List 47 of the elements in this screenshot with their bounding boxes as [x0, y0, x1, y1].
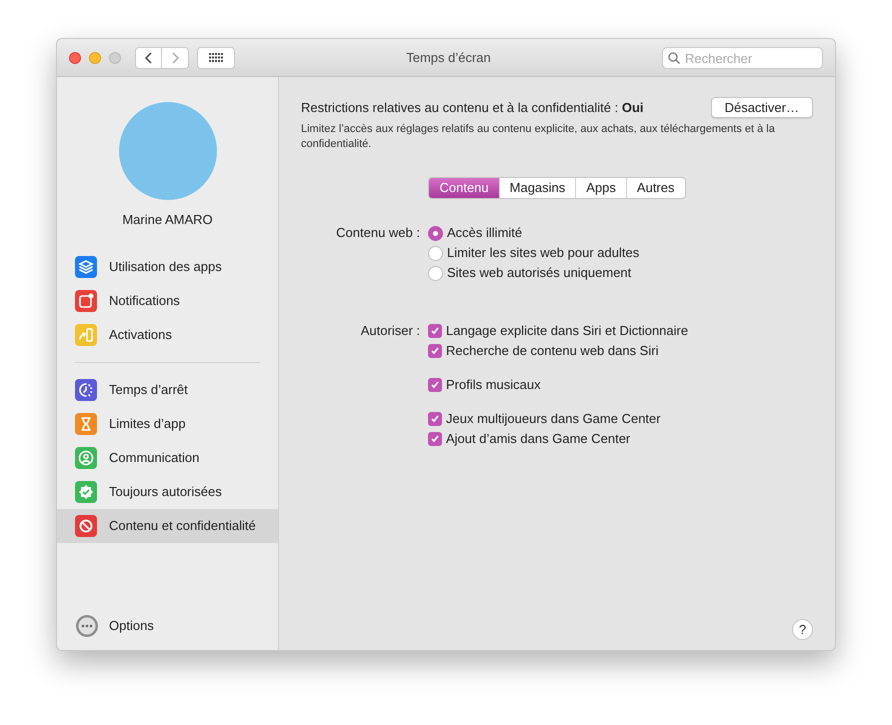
disable-button[interactable]: Désactiver… [710, 97, 813, 118]
sidebar-item[interactable]: Notifications [57, 284, 278, 318]
tab[interactable]: Autres [626, 178, 684, 198]
radio-button[interactable] [428, 266, 443, 280]
grid-icon [208, 53, 224, 62]
option-label: Ajout d’amis dans Game Center [446, 430, 630, 448]
checkbox[interactable] [428, 324, 442, 338]
sidebar-item[interactable]: Activations [57, 318, 278, 352]
sidebar-item[interactable]: Limites d’app [57, 406, 278, 440]
tab[interactable]: Apps [575, 178, 626, 198]
sidebar-item[interactable]: Contenu et confidentialité [57, 508, 278, 542]
option-label: Langage explicite dans Siri et Dictionnaire [446, 322, 688, 340]
option-label: Recherche de contenu web dans Siri [446, 342, 658, 360]
field-label: Contenu web : [335, 224, 420, 242]
user-name: Marine AMARO [122, 211, 213, 229]
chevron-left-icon [144, 52, 152, 64]
search-icon [668, 52, 680, 64]
description: Limitez l’accès aux réglages relatifs au contenu explicite, aux achats, aux téléchargements et à la confidentialité. [301, 122, 776, 152]
chevron-right-icon [171, 52, 179, 64]
help-button[interactable]: ? [792, 619, 813, 640]
restrictions-status: Restrictions relatives au contenu et à la confidentialité : Oui [301, 98, 644, 117]
show-all-button[interactable] [197, 46, 235, 68]
sidebar-item[interactable]: Temps d’arrêt [57, 372, 278, 406]
options-button[interactable]: Options [109, 616, 154, 636]
back-button[interactable] [135, 46, 162, 68]
checkbox[interactable] [428, 412, 442, 426]
radio-button[interactable] [428, 226, 443, 240]
tab[interactable]: Contenu [429, 178, 499, 198]
checkbox[interactable] [428, 378, 442, 392]
checkbox[interactable] [428, 344, 442, 358]
sidebar-item[interactable]: Communication [57, 440, 278, 474]
sidebar-item[interactable]: Utilisation des apps [57, 250, 278, 284]
option-label: Limiter les sites web pour adultes [447, 244, 640, 262]
option-label: Sites web autorisés uniquement [447, 264, 632, 282]
search-field[interactable]: Rechercher [662, 47, 823, 69]
window-title: Temps d’écran [405, 48, 492, 67]
option-label: Profils musicaux [446, 376, 541, 394]
checkmark-icon [430, 380, 440, 390]
checkbox[interactable] [428, 432, 442, 446]
more-icon [75, 614, 99, 638]
close-button[interactable] [69, 52, 81, 64]
radio-button[interactable] [428, 246, 443, 260]
option-label: Accès illimité [447, 224, 522, 242]
tab[interactable]: Magasins [498, 178, 576, 198]
option-label: Jeux multijoueurs dans Game Center [446, 410, 661, 428]
sidebar-item[interactable]: Toujours autorisées [57, 474, 278, 508]
field-label: Autoriser : [360, 322, 420, 340]
